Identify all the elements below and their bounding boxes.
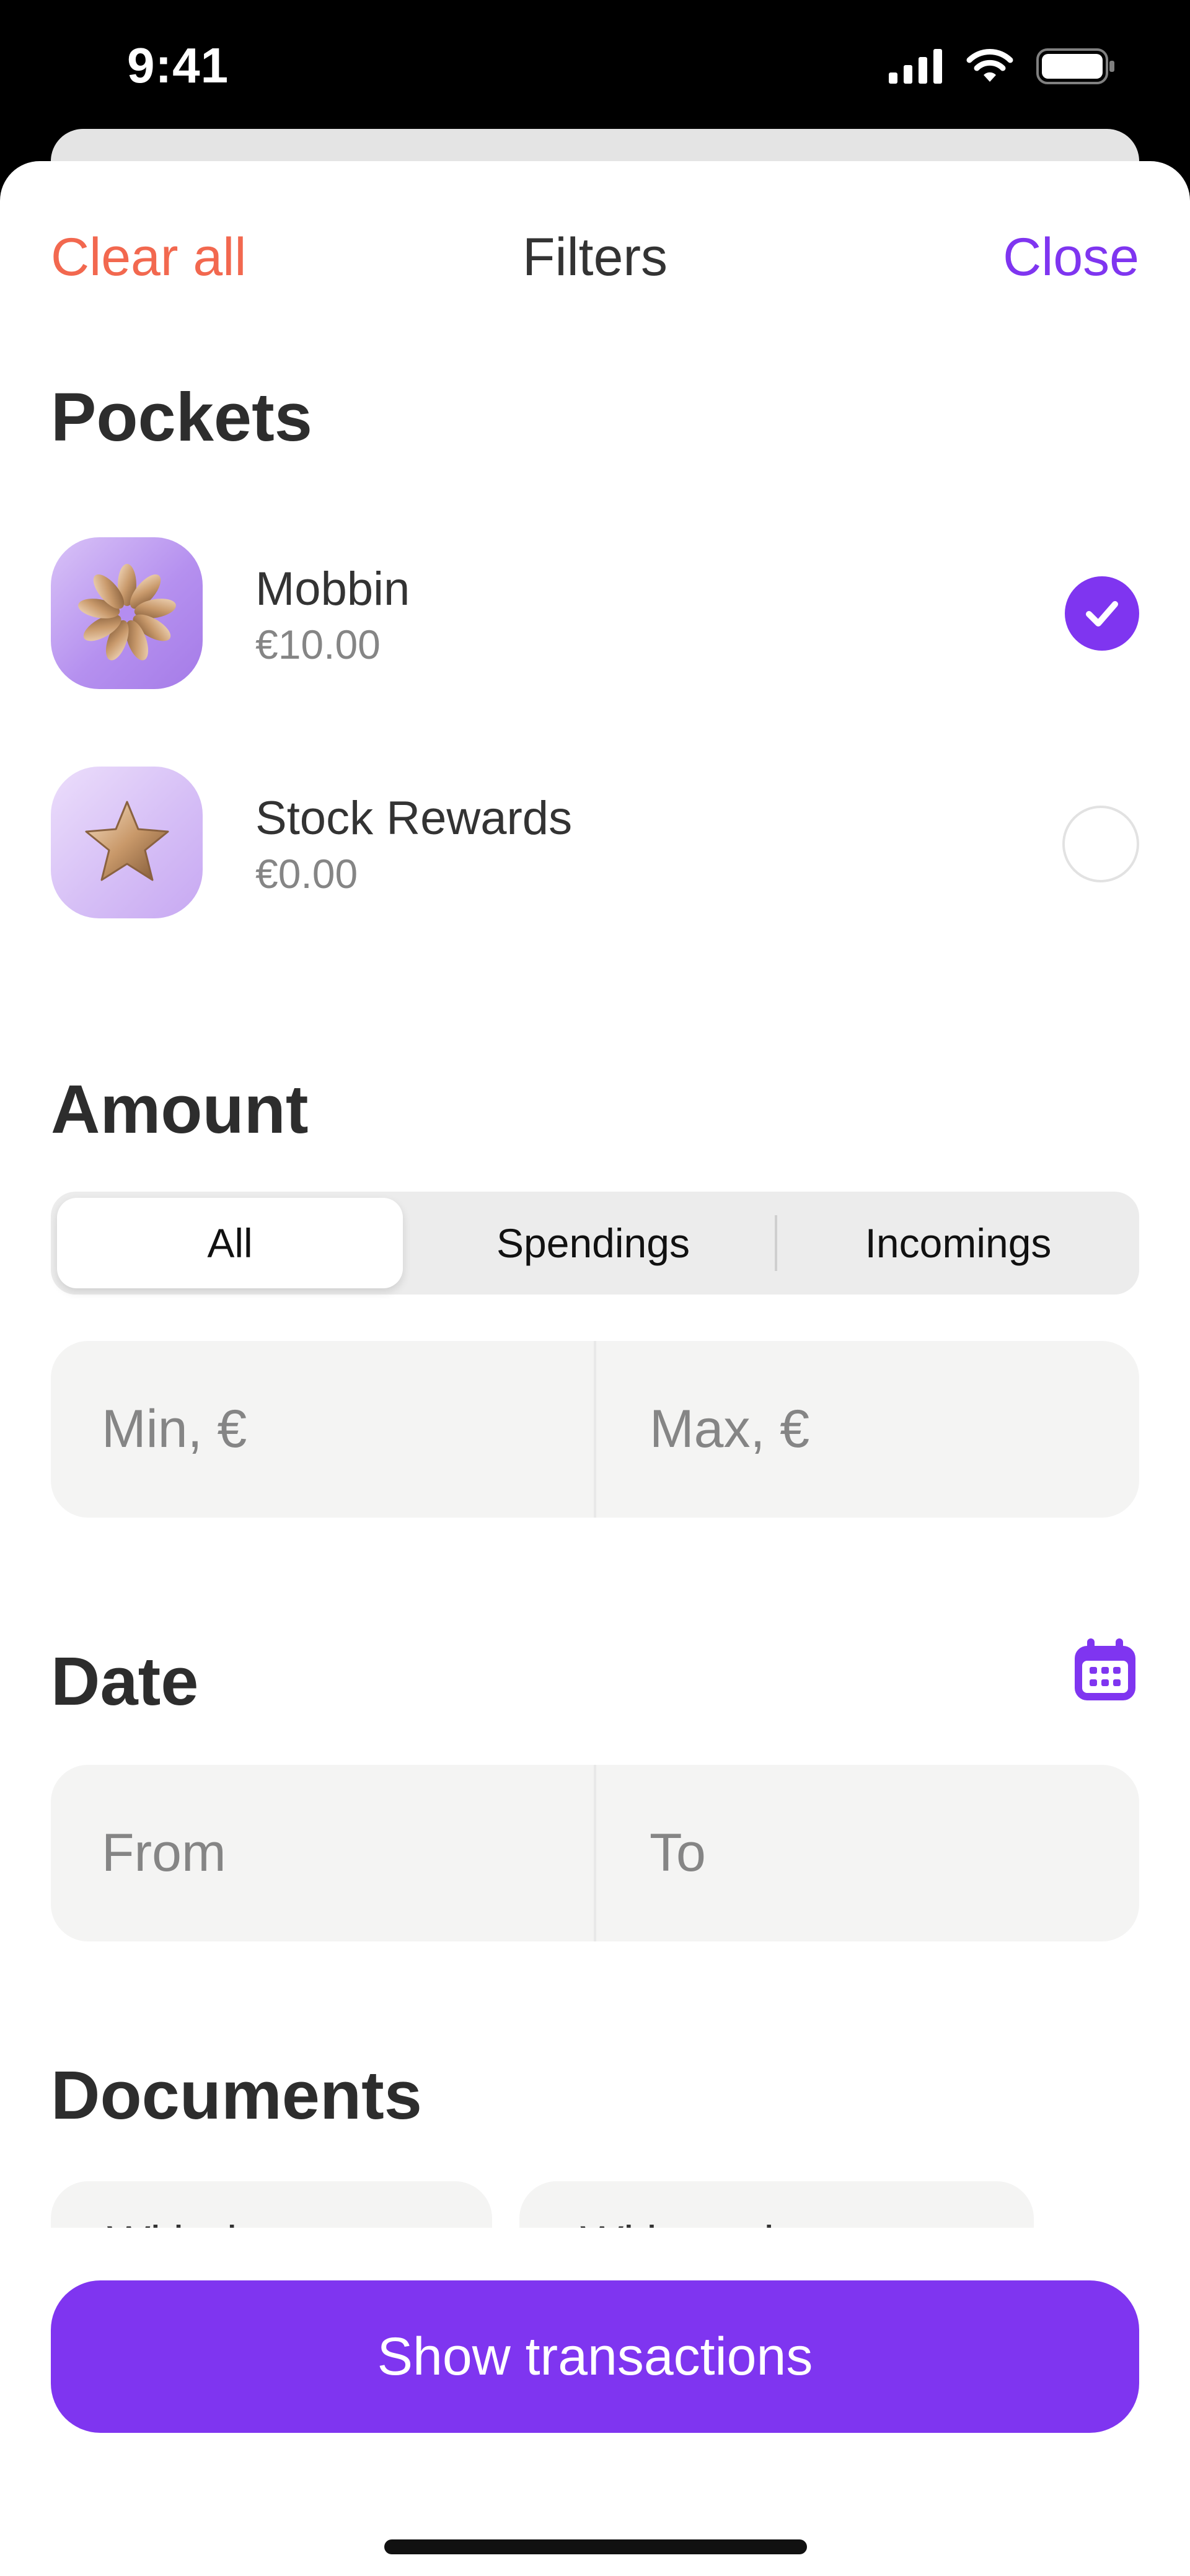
status-bar: 9:41 bbox=[0, 0, 1190, 136]
max-amount-field[interactable]: Max, € bbox=[596, 1341, 1139, 1518]
home-indicator bbox=[384, 2539, 807, 2554]
pockets-heading: Pockets bbox=[51, 379, 312, 455]
segment-spendings[interactable]: Spendings bbox=[413, 1192, 773, 1295]
segment-incomings[interactable]: Incomings bbox=[777, 1192, 1139, 1295]
wifi-icon bbox=[966, 49, 1013, 82]
clear-all-button[interactable]: Clear all bbox=[51, 220, 246, 294]
amount-range-fields: Min, € Max, € bbox=[51, 1341, 1139, 1518]
pocket-amount: €10.00 bbox=[255, 622, 381, 667]
min-amount-field[interactable]: Min, € bbox=[51, 1341, 594, 1518]
status-icons bbox=[889, 48, 1116, 84]
pocket-name: Stock Rewards bbox=[255, 792, 573, 845]
date-to-field[interactable]: To bbox=[596, 1765, 1139, 1941]
status-time: 9:41 bbox=[127, 38, 229, 93]
show-transactions-button[interactable]: Show transactions bbox=[51, 2280, 1139, 2433]
checkmark-icon[interactable] bbox=[1065, 576, 1139, 651]
pocket-item-stock-rewards[interactable]: Stock Rewards €0.00 bbox=[51, 767, 1139, 921]
amount-heading: Amount bbox=[51, 1071, 309, 1148]
cellular-signal-icon bbox=[889, 49, 942, 84]
battery-icon bbox=[1036, 48, 1114, 84]
amount-segmented-control: All Spendings Incomings bbox=[51, 1192, 1139, 1295]
close-button[interactable]: Close bbox=[1003, 220, 1139, 294]
pocket-item-mobbin[interactable]: Mobbin €10.00 bbox=[51, 537, 1139, 692]
date-range-fields: From To bbox=[51, 1765, 1139, 1941]
flower-icon bbox=[51, 537, 203, 689]
date-heading: Date bbox=[51, 1643, 199, 1720]
segment-all[interactable]: All bbox=[57, 1198, 403, 1288]
pocket-name: Mobbin bbox=[255, 563, 410, 615]
pocket-amount: €0.00 bbox=[255, 851, 358, 897]
star-icon bbox=[51, 767, 203, 918]
radio-button[interactable] bbox=[1062, 806, 1139, 882]
date-from-field[interactable]: From bbox=[51, 1765, 594, 1941]
calendar-icon[interactable] bbox=[1071, 1636, 1139, 1704]
filters-sheet: Filters Clear all Close Pockets Mobbin €… bbox=[0, 161, 1190, 2576]
sheet-header: Filters Clear all Close bbox=[0, 220, 1190, 294]
documents-heading: Documents bbox=[51, 2057, 422, 2134]
